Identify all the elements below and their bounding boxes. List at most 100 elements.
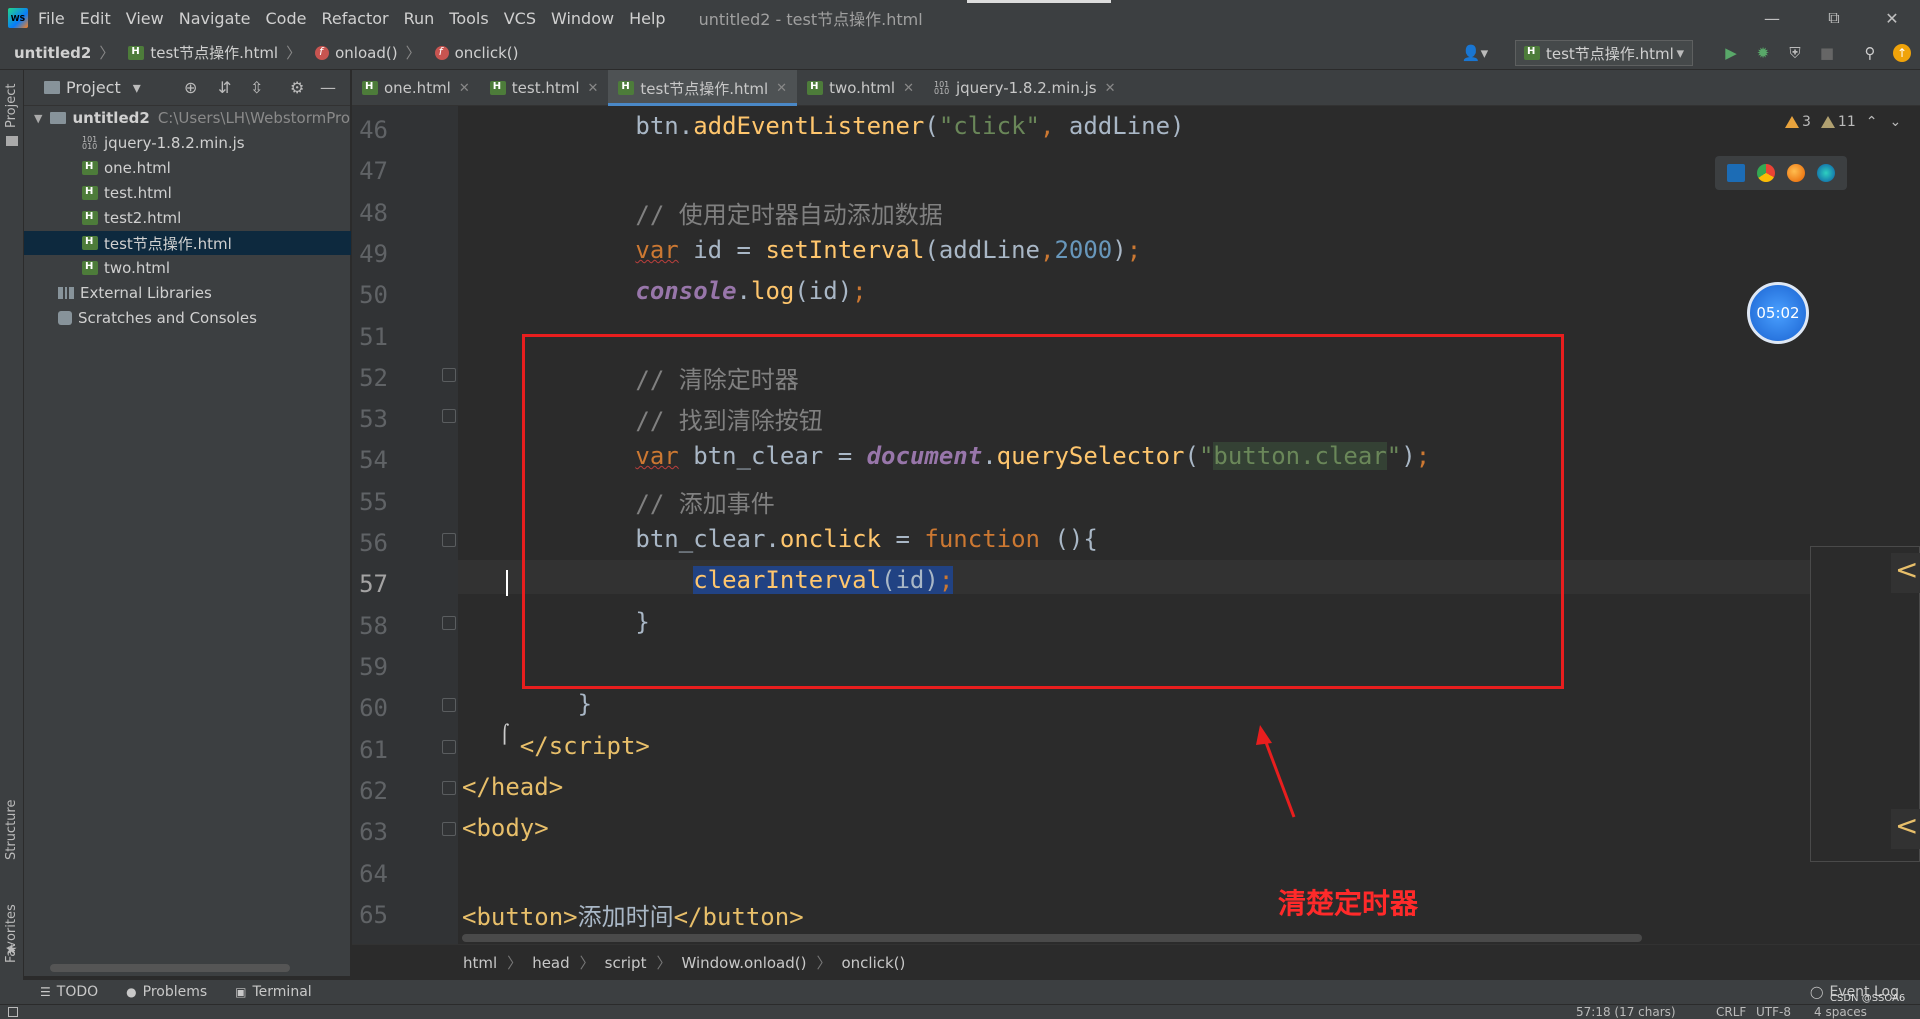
breadcrumb-html[interactable]: html xyxy=(463,954,497,972)
line-number: 50 xyxy=(359,281,388,309)
webstorm-logo-icon[interactable]: WS xyxy=(8,8,28,28)
stop-icon[interactable]: ■ xyxy=(1818,44,1836,62)
code-breadcrumb: html 〉 head 〉 script 〉 Window.onload() 〉 onc… xyxy=(352,944,1920,980)
indent-setting[interactable]: 4 spaces xyxy=(1814,1005,1867,1019)
nav-crumb-file[interactable]: test节点操作.html〉 xyxy=(128,42,301,63)
nav-crumb-project[interactable]: untitled2 〉 xyxy=(14,42,114,63)
debug-icon[interactable]: ✹ xyxy=(1754,44,1772,62)
todo-tool-button[interactable]: ☰ TODO xyxy=(40,984,98,1000)
tree-item-file[interactable]: test2.html xyxy=(24,206,351,230)
menu-run[interactable]: Run xyxy=(404,9,435,28)
gear-icon[interactable]: ⚙ xyxy=(290,78,304,97)
menu-vcs[interactable]: VCS xyxy=(504,9,536,28)
locate-icon[interactable]: ⊕ xyxy=(184,78,197,97)
menu-edit[interactable]: Edit xyxy=(80,9,111,28)
function-icon xyxy=(315,45,330,60)
html-file-icon xyxy=(82,236,98,250)
fold-marker-icon[interactable] xyxy=(442,409,456,423)
fold-marker-icon[interactable] xyxy=(442,698,456,712)
tree-item-file-selected[interactable]: test节点操作.html xyxy=(24,231,351,255)
project-view-select[interactable]: Project xyxy=(66,78,121,97)
menu-help[interactable]: Help xyxy=(629,9,665,28)
line-number: 56 xyxy=(359,529,388,557)
chevron-down-icon[interactable]: ▾ xyxy=(133,78,141,97)
tab-test-node-ops-html[interactable]: test节点操作.html✕ xyxy=(608,70,798,106)
editor-horizontal-scrollbar[interactable] xyxy=(462,934,1642,942)
fold-marker-icon[interactable] xyxy=(442,368,456,382)
file-encoding[interactable]: UTF-8 xyxy=(1756,1005,1791,1019)
tab-test-html[interactable]: test.html✕ xyxy=(480,70,609,106)
terminal-tool-button[interactable]: ▣ Terminal xyxy=(235,984,312,1000)
chevron-down-icon[interactable]: ▼ xyxy=(34,112,42,125)
folder-icon xyxy=(6,136,18,146)
tab-jquery-js[interactable]: 101 010 jquery-1.8.2.min.js ✕ xyxy=(924,70,1126,106)
project-tool-tab[interactable]: Project xyxy=(4,84,19,128)
menu-tools[interactable]: Tools xyxy=(449,9,488,28)
status-bar: 57:18 (17 chars) CRLF UTF-8 4 spaces CSD… xyxy=(0,993,1920,1019)
tree-item-file[interactable]: test.html xyxy=(24,181,351,205)
minimize-icon[interactable]: — xyxy=(1744,0,1800,36)
fold-marker-icon[interactable] xyxy=(442,781,456,795)
breadcrumb-script[interactable]: script xyxy=(605,954,647,972)
hide-panel-icon[interactable]: — xyxy=(320,78,336,97)
tab-one-html[interactable]: one.html✕ xyxy=(352,70,480,106)
run-configuration-select[interactable]: test节点操作.html ▾ xyxy=(1515,40,1693,66)
line-separator[interactable]: CRLF xyxy=(1716,1005,1746,1019)
status-square-icon[interactable] xyxy=(8,1007,18,1017)
event-log-icon: ◯ xyxy=(1810,985,1824,999)
problems-tool-button[interactable]: ● Problems xyxy=(126,984,207,1000)
project-horizontal-scrollbar[interactable] xyxy=(50,964,290,972)
chevron-up-icon[interactable]: ⌃ xyxy=(1866,114,1878,130)
fold-marker-icon[interactable] xyxy=(442,616,456,630)
tree-item-scratches[interactable]: Scratches and Consoles xyxy=(24,306,351,330)
tree-item-file[interactable]: two.html xyxy=(24,256,351,280)
nav-crumb-onclick[interactable]: onclick() xyxy=(434,44,519,62)
close-tab-icon[interactable]: ✕ xyxy=(1105,81,1116,96)
fold-marker-icon[interactable] xyxy=(442,740,456,754)
inspection-widget[interactable]: 3 11 ⌃ ⌄ xyxy=(1785,114,1901,130)
close-icon[interactable]: ✕ xyxy=(1864,0,1920,36)
edge-icon[interactable] xyxy=(1817,164,1835,182)
collapse-all-icon[interactable]: ⇳ xyxy=(250,78,263,97)
coverage-icon[interactable]: ⛨ xyxy=(1786,44,1804,62)
tab-two-html[interactable]: two.html✕ xyxy=(797,70,924,106)
webstorm-browser-icon[interactable] xyxy=(1727,164,1745,182)
menu-code[interactable]: Code xyxy=(266,9,307,28)
menu-window[interactable]: Window xyxy=(551,9,614,28)
chevron-down-icon[interactable]: ⌄ xyxy=(1889,114,1901,130)
menu-file[interactable]: File xyxy=(38,9,65,28)
text-cursor xyxy=(506,570,508,596)
tree-item-file[interactable]: 101 010 jquery-1.8.2.min.js xyxy=(24,131,351,155)
firefox-icon[interactable] xyxy=(1787,164,1805,182)
menu-navigate[interactable]: Navigate xyxy=(179,9,251,28)
search-icon[interactable]: ⚲ xyxy=(1861,44,1879,62)
nav-crumb-onload[interactable]: onload()〉 xyxy=(315,42,421,63)
menu-refactor[interactable]: Refactor xyxy=(321,9,388,28)
caret-position[interactable]: 57:18 (17 chars) xyxy=(1576,1005,1676,1019)
menu-view[interactable]: View xyxy=(126,9,164,28)
close-tab-icon[interactable]: ✕ xyxy=(459,81,470,96)
breadcrumb-head[interactable]: head xyxy=(532,954,569,972)
timer-widget[interactable]: 05:02 xyxy=(1747,282,1809,344)
menu-bar: WS File Edit View Navigate Code Refactor… xyxy=(0,0,1920,36)
fold-marker-icon[interactable] xyxy=(442,822,456,836)
run-icon[interactable]: ▶ xyxy=(1722,44,1740,62)
line-number: 65 xyxy=(359,901,388,929)
line-number: 59 xyxy=(359,653,388,681)
tree-item-root[interactable]: ▼ untitled2 C:\Users\LH\WebstormPro xyxy=(24,106,351,130)
close-tab-icon[interactable]: ✕ xyxy=(776,81,787,96)
fold-marker-icon[interactable] xyxy=(442,533,456,547)
close-tab-icon[interactable]: ✕ xyxy=(588,81,599,96)
update-icon[interactable]: ↑ xyxy=(1893,44,1911,62)
tree-item-external-libraries[interactable]: External Libraries xyxy=(24,281,351,305)
restore-icon[interactable]: ⧉ xyxy=(1806,0,1862,36)
breadcrumb-onclick[interactable]: onclick() xyxy=(841,954,905,972)
html-file-icon xyxy=(489,81,506,95)
user-icon[interactable]: 👤▾ xyxy=(1460,44,1490,62)
tree-item-file[interactable]: one.html xyxy=(24,156,351,180)
structure-tool-tab[interactable]: Structure xyxy=(4,800,19,860)
chrome-icon[interactable] xyxy=(1757,164,1775,182)
close-tab-icon[interactable]: ✕ xyxy=(903,81,914,96)
breadcrumb-window-onload[interactable]: Window.onload() xyxy=(681,954,806,972)
expand-all-icon[interactable]: ⇵ xyxy=(218,78,231,97)
